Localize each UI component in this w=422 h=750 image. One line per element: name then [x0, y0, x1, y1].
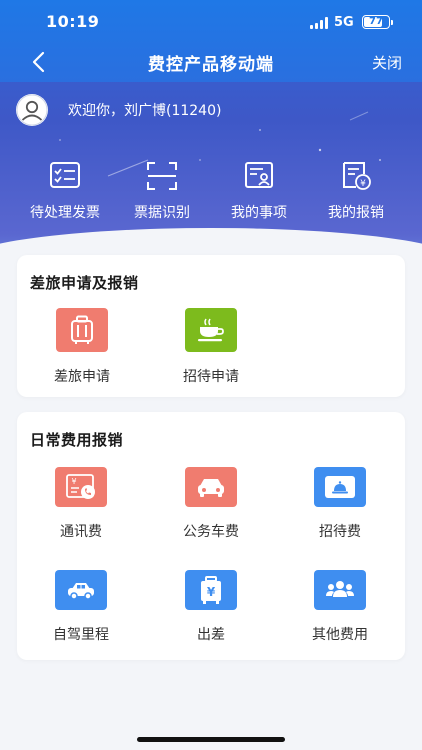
reimbursement-icon: ¥ — [338, 158, 374, 194]
status-time: 10:19 — [46, 12, 100, 31]
battery-icon: 77 — [362, 15, 390, 29]
tile-hospitality-application[interactable]: 招待申请 — [156, 308, 266, 386]
tile-label: 招待申请 — [183, 369, 239, 385]
user-document-icon — [241, 158, 277, 194]
tile-label: 公务车费 — [183, 524, 239, 540]
car-icon — [55, 570, 107, 610]
tile-label: 自驾里程 — [53, 627, 109, 643]
user-avatar-icon[interactable] — [16, 94, 48, 126]
section-title: 日常费用报销 — [30, 431, 124, 449]
quick-actions: 待处理发票 票据识别 我的事项 ¥ 我的报销 — [0, 158, 422, 228]
coffee-cup-icon — [185, 308, 237, 352]
close-button[interactable]: 关闭 — [372, 52, 402, 73]
svg-text:¥: ¥ — [360, 179, 366, 189]
quick-action-label: 票据识别 — [134, 205, 190, 221]
quick-action-receipt-recognition[interactable]: 票据识别 — [112, 158, 212, 222]
tile-communication-fee[interactable]: ¥ 通讯费 — [26, 467, 136, 541]
svg-text:¥: ¥ — [207, 585, 216, 599]
nav-bar: 费控产品移动端 关闭 — [0, 44, 422, 80]
tile-label: 出差 — [197, 627, 225, 643]
user-welcome-row: 欢迎你，刘广博(11240) — [16, 94, 221, 126]
battery-percent: 77 — [369, 16, 383, 27]
status-bar: 10:19 5G 77 — [0, 0, 422, 44]
tile-other-expenses[interactable]: 其他费用 — [285, 570, 395, 644]
quick-action-my-reimbursements[interactable]: ¥ 我的报销 — [306, 158, 406, 222]
tile-label: 招待费 — [319, 524, 361, 540]
battery-cap — [391, 20, 393, 25]
page-title: 费控产品移动端 — [148, 55, 274, 75]
quick-action-label: 我的报销 — [328, 205, 384, 221]
tile-self-drive-mileage[interactable]: 自驾里程 — [26, 570, 136, 644]
welcome-text: 欢迎你，刘广博(11240) — [68, 103, 222, 119]
quick-action-label: 我的事项 — [231, 205, 287, 221]
tile-hospitality-fee[interactable]: 招待费 — [285, 467, 395, 541]
scan-icon — [144, 158, 180, 194]
tile-business-trip[interactable]: ¥ 出差 — [156, 570, 266, 644]
luggage-yen-icon: ¥ — [185, 570, 237, 610]
meal-card-icon — [314, 467, 366, 507]
section-title: 差旅申请及报销 — [30, 274, 139, 292]
tile-label: 其他费用 — [312, 627, 368, 643]
home-indicator[interactable] — [137, 737, 285, 742]
tile-label: 通讯费 — [60, 524, 102, 540]
daily-expense-section-card: 日常费用报销 ¥ 通讯费 公务车费 招待费 自驾里程 ¥ 出差 其他费用 — [17, 412, 405, 660]
quick-action-label: 待处理发票 — [30, 205, 100, 221]
quick-action-my-tasks[interactable]: 我的事项 — [209, 158, 309, 222]
people-group-icon — [314, 570, 366, 610]
cellular-signal-icon — [310, 17, 328, 29]
tile-official-car-fee[interactable]: 公务车费 — [156, 467, 266, 541]
suitcase-icon — [56, 308, 108, 352]
quick-action-pending-invoices[interactable]: 待处理发票 — [15, 158, 115, 222]
phone-bill-icon: ¥ — [55, 467, 107, 507]
car-icon — [185, 467, 237, 507]
svg-text:¥: ¥ — [71, 477, 76, 486]
tile-label: 差旅申请 — [54, 369, 110, 385]
tile-travel-application[interactable]: 差旅申请 — [27, 308, 137, 386]
network-type: 5G — [334, 15, 354, 30]
travel-section-card: 差旅申请及报销 差旅申请 招待申请 — [17, 255, 405, 397]
checklist-icon — [47, 158, 83, 194]
